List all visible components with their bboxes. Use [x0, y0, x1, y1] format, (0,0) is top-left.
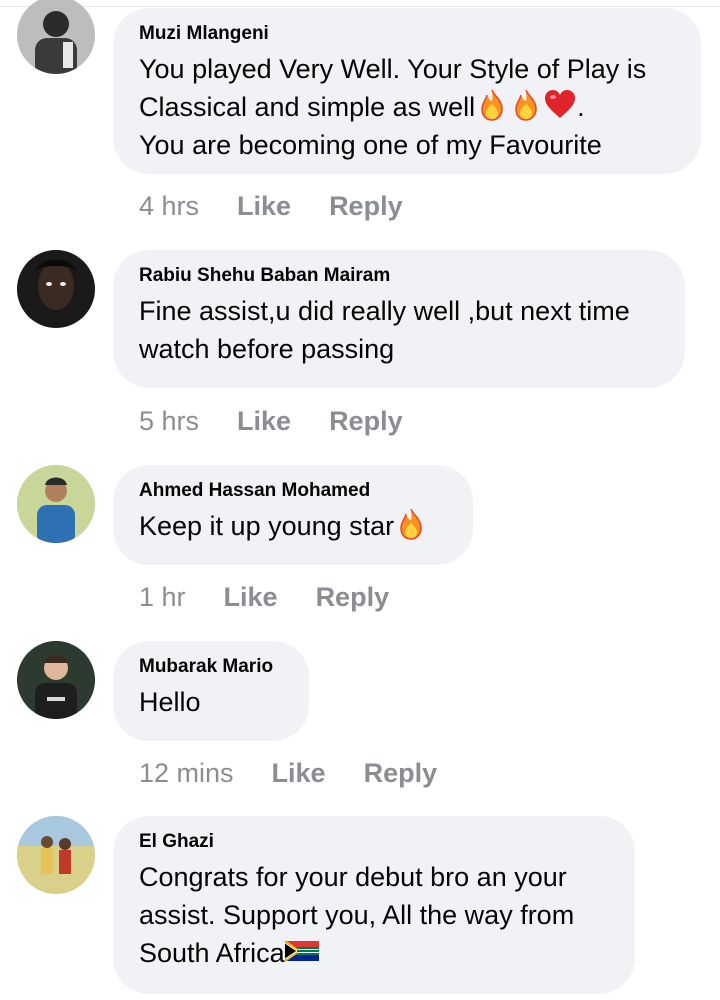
comment-line-text: South Africa	[139, 938, 285, 968]
like-button[interactable]: Like	[237, 190, 291, 222]
comment-timestamp[interactable]: 4 hrs	[139, 190, 199, 222]
comment-bubble: El Ghazi Congrats for your debut bro an …	[113, 816, 635, 994]
avatar[interactable]	[17, 465, 95, 543]
comment-text: Congrats for your debut bro an your assi…	[139, 858, 609, 972]
comment-line: South Africa	[139, 934, 609, 972]
reply-button[interactable]: Reply	[364, 757, 438, 789]
avatar[interactable]	[17, 641, 95, 719]
comment-line: You are becoming one of my Favourite	[139, 130, 602, 160]
heart-emoji-icon	[543, 88, 577, 122]
comment-meta: 4 hrs Like Reply	[139, 190, 403, 222]
comment-line: Fine assist,u did really well ,but next …	[139, 296, 630, 326]
comment-meta: 12 mins Like Reply	[139, 757, 437, 789]
comment-bubble: Rabiu Shehu Baban Mairam Fine assist,u d…	[113, 250, 685, 388]
comment-text: Fine assist,u did really well ,but next …	[139, 292, 659, 368]
comment-author[interactable]: Rabiu Shehu Baban Mairam	[139, 264, 659, 288]
comment-line: watch before passing	[139, 334, 395, 364]
comment-text: You played Very Well. Your Style of Play…	[139, 50, 675, 164]
avatar-image	[17, 641, 95, 719]
comment-line-text: Classical and simple as well	[139, 92, 476, 122]
avatar-image	[17, 816, 95, 894]
like-button[interactable]: Like	[272, 757, 326, 789]
comment-line: assist. Support you, All the way from	[139, 900, 575, 930]
like-button[interactable]: Like	[237, 405, 291, 437]
comment-line: Keep it up young star	[139, 507, 447, 545]
comment-timestamp[interactable]: 12 mins	[139, 757, 234, 789]
comment-meta: 1 hr Like Reply	[139, 581, 389, 613]
south-africa-flag-icon	[284, 934, 319, 968]
comment-author[interactable]: Mubarak Mario	[139, 655, 283, 679]
comment-line: You played Very Well. Your Style of Play…	[139, 54, 647, 84]
avatar[interactable]	[17, 816, 95, 894]
top-divider	[0, 6, 720, 7]
reply-button[interactable]: Reply	[329, 190, 403, 222]
comment-line-suffix: .	[577, 92, 585, 122]
avatar[interactable]	[17, 0, 95, 74]
reply-button[interactable]: Reply	[316, 581, 390, 613]
fire-emoji-icon	[475, 88, 509, 122]
comment-meta: 5 hrs Like Reply	[139, 405, 403, 437]
comment-author[interactable]: El Ghazi	[139, 830, 609, 854]
comment-line: Congrats for your debut bro an your	[139, 862, 567, 892]
fire-emoji-icon	[394, 507, 428, 541]
avatar-image	[17, 250, 95, 328]
comment-bubble: Ahmed Hassan Mohamed Keep it up young st…	[113, 465, 473, 565]
comment-line: Classical and simple as well.	[139, 88, 675, 126]
comment-text: Keep it up young star	[139, 507, 447, 545]
avatar-image	[17, 465, 95, 543]
comment-timestamp[interactable]: 5 hrs	[139, 405, 199, 437]
comment-author[interactable]: Ahmed Hassan Mohamed	[139, 479, 447, 503]
comment-text: Hello	[139, 683, 283, 721]
comment-line: Hello	[139, 687, 201, 717]
comment-bubble: Muzi Mlangeni You played Very Well. Your…	[113, 8, 701, 174]
avatar-image	[17, 0, 95, 74]
avatar[interactable]	[17, 250, 95, 328]
comment-line-text: Keep it up young star	[139, 511, 395, 541]
comment-bubble: Mubarak Mario Hello	[113, 641, 309, 741]
comment-author[interactable]: Muzi Mlangeni	[139, 22, 675, 46]
fire-emoji-icon	[509, 88, 543, 122]
like-button[interactable]: Like	[224, 581, 278, 613]
reply-button[interactable]: Reply	[329, 405, 403, 437]
comment-timestamp[interactable]: 1 hr	[139, 581, 186, 613]
